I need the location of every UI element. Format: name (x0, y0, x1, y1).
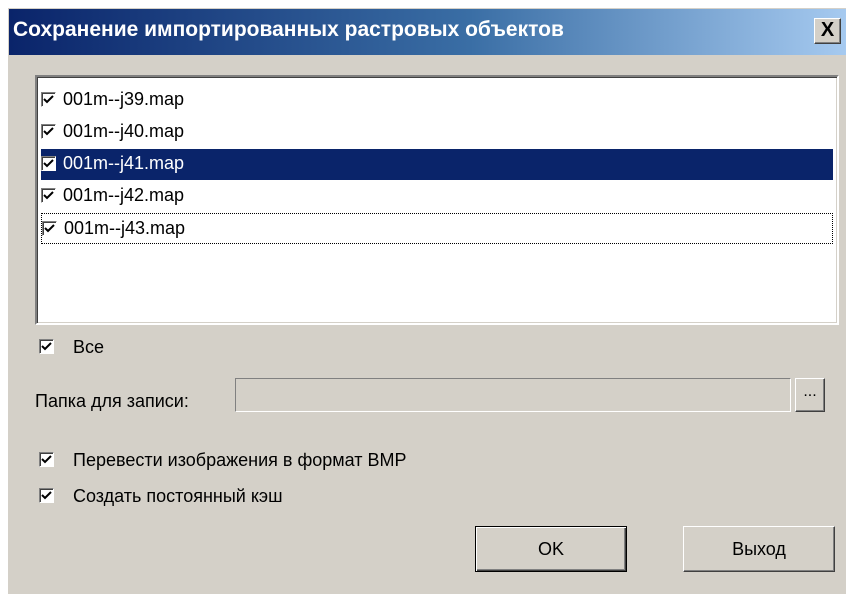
all-checkbox[interactable]: Все (39, 337, 239, 361)
list-item-label: 001m--j40.map (63, 121, 185, 141)
list-item[interactable]: 001m--j40.map (41, 117, 833, 148)
ok-button[interactable]: OK (475, 526, 627, 572)
list-item-label: 001m--j43.map (64, 218, 186, 238)
browse-button[interactable]: ... (795, 378, 825, 412)
checkbox[interactable] (39, 339, 54, 354)
checkmark-icon (43, 191, 54, 200)
checkbox[interactable] (41, 156, 56, 171)
exit-button[interactable]: Выход (683, 526, 835, 572)
list-item[interactable]: 001m--j43.map (41, 213, 833, 244)
checkmark-icon (41, 491, 52, 500)
file-listbox[interactable]: 001m--j39.map 001m--j40.map 001m--j41.ma… (35, 75, 839, 325)
folder-label: Папка для записи: (35, 391, 189, 411)
checkbox[interactable] (41, 92, 56, 107)
checkmark-icon (44, 224, 55, 233)
folder-input[interactable] (235, 378, 791, 412)
list-item-label: 001m--j42.map (63, 185, 185, 205)
close-button[interactable]: X (814, 18, 841, 44)
checkbox[interactable] (42, 221, 57, 236)
checkmark-icon (43, 159, 54, 168)
checkbox[interactable] (39, 452, 54, 467)
checkbox[interactable] (39, 488, 54, 503)
all-checkbox-label: Все (73, 337, 105, 357)
convert-bmp-checkbox[interactable]: Перевести изображения в формат BMP (39, 450, 499, 474)
checkmark-icon (43, 127, 54, 136)
checkmark-icon (41, 455, 52, 464)
list-item-label: 001m--j41.map (63, 153, 185, 173)
ellipsis-icon: ... (803, 383, 817, 400)
close-icon: X (820, 19, 835, 41)
dialog-title: Сохранение импортированных растровых объ… (13, 18, 564, 41)
create-cache-checkbox[interactable]: Создать постоянный кэш (39, 486, 399, 510)
title-bar[interactable]: Сохранение импортированных растровых объ… (9, 9, 846, 55)
checkmark-icon (43, 95, 54, 104)
checkbox[interactable] (41, 188, 56, 203)
list-item[interactable]: 001m--j41.map (41, 149, 833, 180)
save-raster-dialog: Сохранение импортированных растровых объ… (8, 8, 846, 594)
create-cache-label: Создать постоянный кэш (73, 486, 283, 506)
convert-bmp-label: Перевести изображения в формат BMP (73, 450, 407, 470)
list-item[interactable]: 001m--j42.map (41, 181, 833, 212)
list-item[interactable]: 001m--j39.map (41, 85, 833, 116)
checkbox[interactable] (41, 124, 56, 139)
checkmark-icon (41, 342, 52, 351)
list-item-label: 001m--j39.map (63, 89, 185, 109)
